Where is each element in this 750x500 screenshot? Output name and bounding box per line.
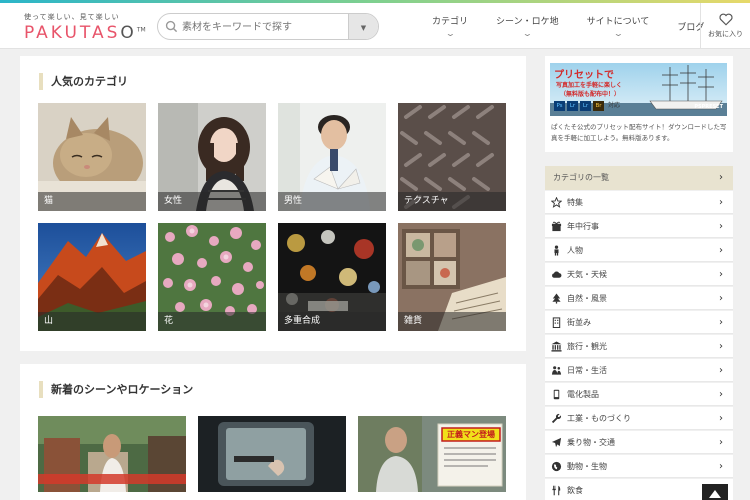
- nav-scene[interactable]: シーン・ロケ地 ⌄: [482, 3, 573, 49]
- scene-thumb-1[interactable]: [38, 416, 186, 492]
- chevron-right-icon: ›: [719, 341, 723, 352]
- wrench-icon: [551, 413, 562, 424]
- section-title-popular: 人気のカテゴリ: [39, 73, 128, 90]
- badge-br: Br: [593, 101, 604, 111]
- chevron-right-icon: ›: [719, 413, 723, 424]
- chevron-right-icon: ›: [719, 269, 723, 280]
- caret-down-icon: ▼: [360, 23, 367, 32]
- cutlery-icon: [552, 485, 561, 496]
- people-icon: [551, 366, 562, 375]
- category-item-travel[interactable]: 旅行・観光 ›: [545, 335, 733, 358]
- preset-banner[interactable]: プリセットで 写真加工を手軽に楽しく （無料版も配布中！） Ps Lr Lr B…: [545, 56, 733, 152]
- category-item-industry[interactable]: 工業・ものづくり ›: [545, 407, 733, 430]
- search-icon: [165, 20, 178, 33]
- chevron-down-icon: ⌄: [521, 29, 533, 38]
- logo-wordmark: PAKUTASOTM: [24, 23, 146, 43]
- site-header: 使って楽しい、見て楽しい PAKUTASOTM ▼ カテゴリ⌄ シーン・ロケ地⌄…: [0, 3, 750, 49]
- star-icon: [551, 197, 562, 208]
- scene-photo-station: [38, 416, 186, 492]
- favorites-button[interactable]: お気に入り: [700, 3, 750, 49]
- category-tile-goods[interactable]: 雑貨: [398, 223, 506, 331]
- category-item-cityscape[interactable]: 街並み ›: [545, 311, 733, 334]
- logo-tagline: 使って楽しい、見て楽しい: [24, 13, 120, 21]
- banner-description: ぱくたそ公式のプリセット配布サイト！ダウンロードした写真を手軽に加工しよう。無料…: [551, 123, 727, 142]
- chevron-right-icon: ›: [719, 245, 723, 256]
- chevron-right-icon: ›: [719, 197, 723, 208]
- banner-subtitle: 写真加工を手軽に楽しく: [556, 82, 623, 89]
- scene-thumb-3[interactable]: 正義マン登場: [358, 416, 506, 492]
- chevron-right-icon: ›: [719, 461, 723, 472]
- search-dropdown-button[interactable]: ▼: [348, 14, 378, 39]
- heart-icon: [718, 13, 733, 26]
- cloud-icon: [552, 271, 562, 278]
- banner-free-note: （無料版も配布中！）: [560, 91, 621, 98]
- new-scenes-panel: 新着のシーンやロケーション 正義マン登場: [20, 364, 526, 500]
- banner-title: プリセットで: [554, 70, 614, 81]
- chevron-right-icon: ›: [719, 172, 723, 183]
- nav-category[interactable]: カテゴリ ⌄: [418, 3, 482, 49]
- building-icon: [552, 317, 561, 328]
- category-list-header[interactable]: カテゴリの一覧 ›: [545, 166, 733, 190]
- category-item-electronics[interactable]: 電化製品 ›: [545, 383, 733, 406]
- badge-ps: Ps: [554, 101, 565, 111]
- category-item-vehicles[interactable]: 乗り物・交通 ›: [545, 431, 733, 454]
- scene-photo-tv: [198, 416, 346, 492]
- chevron-right-icon: ›: [719, 389, 723, 400]
- chevron-right-icon: ›: [719, 221, 723, 232]
- chevron-right-icon: ›: [719, 317, 723, 328]
- badge-lr: Lr: [567, 101, 578, 111]
- chevron-right-icon: ›: [719, 437, 723, 448]
- category-tile-texture[interactable]: テクスチャ: [398, 103, 506, 211]
- logo-o: O: [120, 23, 137, 43]
- category-item-feature[interactable]: 特集 ›: [545, 191, 733, 214]
- section-title-scenes: 新着のシーンやロケーション: [39, 381, 193, 398]
- banner-app-badges: Ps Lr Lr Br 対応: [554, 101, 620, 111]
- banner-compat: 対応: [608, 102, 621, 109]
- popular-categories-panel: 人気のカテゴリ 猫 女性 男性 テクスチャ 山 花 多重合成 雑貨: [20, 56, 526, 351]
- banner-image: プリセットで 写真加工を手軽に楽しく （無料版も配布中！） Ps Lr Lr B…: [550, 63, 727, 116]
- category-item-people[interactable]: 人物 ›: [545, 239, 733, 262]
- category-tile-mountain[interactable]: 山: [38, 223, 146, 331]
- category-item-daily-life[interactable]: 日常・生活 ›: [545, 359, 733, 382]
- sign-text: 正義マン登場: [447, 430, 495, 439]
- chevron-right-icon: ›: [719, 293, 723, 304]
- site-logo[interactable]: 使って楽しい、見て楽しい PAKUTASOTM: [24, 12, 146, 43]
- category-item-animals[interactable]: 動物・生物 ›: [545, 455, 733, 478]
- nav-about[interactable]: サイトについて ⌄: [573, 3, 664, 49]
- chevron-right-icon: ›: [719, 365, 723, 376]
- category-tile-man[interactable]: 男性: [278, 103, 386, 211]
- search-box[interactable]: ▼: [157, 13, 379, 40]
- plane-icon: [551, 437, 562, 448]
- category-tile-flower[interactable]: 花: [158, 223, 266, 331]
- arrow-up-icon: [709, 490, 721, 498]
- main-nav: カテゴリ ⌄ シーン・ロケ地 ⌄ サイトについて ⌄ ブログ: [418, 3, 718, 49]
- category-item-nature[interactable]: 自然・風景 ›: [545, 287, 733, 310]
- temple-icon: [551, 341, 562, 352]
- chevron-down-icon: ⌄: [444, 29, 456, 38]
- badge-lr-2: Lr: [580, 101, 591, 111]
- device-icon: [553, 389, 560, 400]
- search-input[interactable]: [182, 18, 342, 36]
- scroll-to-top-button[interactable]: [702, 484, 728, 500]
- chevron-down-icon: ⌄: [612, 29, 624, 38]
- category-item-annual-events[interactable]: 年中行事 ›: [545, 215, 733, 238]
- banner-brand: PSPRESET: [694, 104, 723, 110]
- tree-icon: [552, 293, 561, 304]
- globe-icon: [551, 461, 562, 472]
- scene-thumb-2[interactable]: [198, 416, 346, 492]
- category-item-weather[interactable]: 天気・天候 ›: [545, 263, 733, 286]
- category-tile-woman[interactable]: 女性: [158, 103, 266, 211]
- person-icon: [554, 245, 559, 256]
- category-tile-multiple-exposure[interactable]: 多重合成: [278, 223, 386, 331]
- category-tile-cat[interactable]: 猫: [38, 103, 146, 211]
- gift-icon: [551, 221, 562, 232]
